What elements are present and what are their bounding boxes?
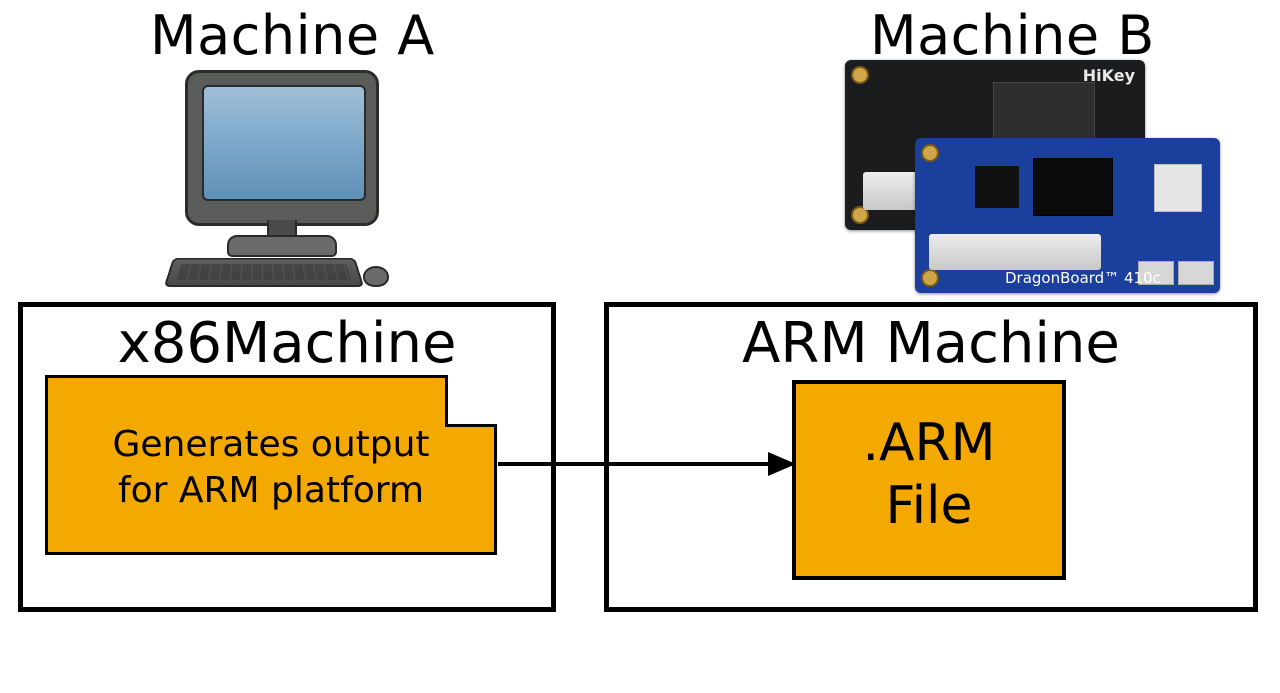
dragonboard-label: DragonBoard™ 410c xyxy=(1005,269,1161,287)
dragonboard-icon: DragonBoard™ 410c xyxy=(915,138,1220,293)
note-line1: Generates output xyxy=(112,424,429,465)
desktop-computer-icon xyxy=(165,70,395,285)
keyboard-icon xyxy=(164,258,364,287)
monitor-base xyxy=(227,235,337,257)
title-machine-a: Machine A xyxy=(150,4,435,67)
diagram-canvas: Machine A Machine B HiKey DragonBoard™ 4… xyxy=(0,0,1280,693)
mouse-icon xyxy=(363,266,389,287)
title-machine-b: Machine B xyxy=(870,4,1155,67)
monitor-icon xyxy=(185,70,379,226)
arm-file-text: .ARM File xyxy=(796,412,1062,539)
note-line2: for ARM platform xyxy=(118,470,424,511)
arm-file-icon: .ARM File xyxy=(792,380,1066,580)
note-text: Generates output for ARM platform xyxy=(48,422,494,514)
note-fold-icon xyxy=(445,375,497,427)
arm-machine-title: ARM Machine xyxy=(609,311,1253,376)
monitor-screen xyxy=(202,85,366,201)
hikey-label: HiKey xyxy=(1083,66,1135,85)
x86-machine-title: x86Machine xyxy=(23,311,551,376)
file-line2: File xyxy=(885,476,972,536)
arm-boards-icon: HiKey DragonBoard™ 410c xyxy=(845,60,1225,295)
generates-output-note: Generates output for ARM platform xyxy=(45,375,497,555)
file-line1: .ARM xyxy=(862,413,995,473)
